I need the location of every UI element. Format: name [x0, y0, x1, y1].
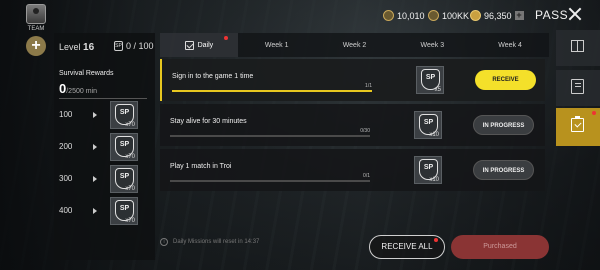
reward-row[interactable]: 300 SP x70: [54, 165, 155, 193]
add-teammate-button[interactable]: +: [26, 36, 46, 56]
progress-fill: [172, 90, 372, 92]
notification-dot: [223, 36, 228, 40]
tab-week-2[interactable]: Week 2: [316, 33, 394, 57]
silver-coin-icon: [383, 10, 394, 21]
receive-all-button[interactable]: RECEIVE ALL: [369, 235, 445, 259]
add-uc-button[interactable]: +: [514, 11, 524, 20]
player-avatar[interactable]: [26, 4, 46, 24]
level-label: Level: [59, 42, 81, 52]
notification-dot: [434, 238, 438, 242]
rewards-title: Survival Rewards: [59, 70, 114, 77]
rewards-minutes: 0/2500 min: [59, 81, 97, 96]
currency-silver: 10,010: [383, 10, 425, 21]
reward-row[interactable]: 400 SP x70: [54, 197, 155, 225]
reset-text: Daily Missions will reset in 14:37: [173, 239, 260, 245]
tab-daily[interactable]: Daily: [160, 33, 238, 57]
sp-progress: SP 0 / 100: [114, 41, 154, 51]
mission-progress-text: 0/30: [360, 128, 370, 134]
in-progress-button[interactable]: IN PROGRESS: [473, 160, 534, 180]
reward-qty: x10: [429, 177, 439, 183]
side-tab-rail: [556, 30, 600, 170]
arrow-right-icon: [93, 144, 97, 150]
tab-week-4[interactable]: Week 4: [471, 33, 549, 57]
rail-tab-book[interactable]: [556, 70, 600, 106]
arrow-right-icon: [93, 176, 97, 182]
tab-week-1[interactable]: Week 1: [238, 33, 316, 57]
purchased-button[interactable]: Purchased: [451, 235, 549, 259]
bp-coin-icon: [428, 10, 439, 21]
tab-label: Week 1: [264, 41, 289, 49]
survival-rewards-panel: Level 16 SP 0 / 100 Survival Rewards 0/2…: [54, 33, 155, 260]
mission-row: Play 1 match in Troi 0/1 SP x10 IN PROGR…: [160, 149, 545, 191]
reward-minutes: 300: [59, 174, 73, 183]
team-label: TEAM: [27, 26, 45, 32]
reward-qty: x70: [125, 154, 135, 160]
rewards-progress-bar: [59, 98, 147, 99]
in-progress-button[interactable]: IN PROGRESS: [473, 115, 534, 135]
reward-qty: x70: [125, 122, 135, 128]
mission-progress-bar: [172, 90, 372, 92]
mission-tabs: Daily Week 1 Week 2 Week 3 Week 4: [160, 33, 549, 57]
reward-qty: x5: [434, 87, 441, 93]
uc-coin-icon: [470, 10, 481, 21]
sp-reward-tile[interactable]: SP x70: [110, 197, 138, 225]
currency-bp: 100KK: [428, 10, 469, 21]
gift-icon: [571, 40, 584, 52]
tab-label: Week 3: [420, 41, 445, 49]
sp-progress-value: 0 / 100: [126, 41, 154, 51]
notification-dot: [592, 111, 596, 115]
mission-title: Sign in to the game 1 time: [172, 73, 254, 80]
sp-reward-tile[interactable]: SP x5: [416, 66, 444, 94]
clipboard-check-icon: [571, 116, 584, 132]
reward-minutes: 400: [59, 206, 73, 215]
sp-reward-tile[interactable]: SP x10: [414, 156, 442, 184]
sp-reward-tile[interactable]: SP x70: [110, 133, 138, 161]
arrow-right-icon: [93, 112, 97, 118]
sp-reward-tile[interactable]: SP x70: [110, 165, 138, 193]
checklist-icon: [184, 40, 194, 50]
tab-label: Week 4: [498, 41, 522, 49]
mission-progress-bar: [170, 135, 370, 137]
pass-label: PASS: [535, 8, 569, 22]
reward-row[interactable]: 100 SP x70: [54, 101, 155, 129]
receive-button[interactable]: RECEIVE: [475, 70, 536, 90]
rewards-total: /2500 min: [66, 88, 97, 95]
reward-qty: x70: [125, 218, 135, 224]
sp-icon: SP: [114, 41, 123, 51]
sp-reward-tile[interactable]: SP x10: [414, 111, 442, 139]
currency-value: 100KK: [442, 10, 470, 21]
book-icon: [571, 79, 584, 94]
reward-qty: x70: [125, 186, 135, 192]
info-icon: i: [160, 238, 168, 246]
level-display: Level 16: [59, 42, 94, 53]
reward-qty: x10: [429, 132, 439, 138]
currency-uc: 96,350 +: [470, 10, 524, 21]
mission-progress-bar: [170, 180, 370, 182]
rail-tab-missions[interactable]: [556, 108, 600, 146]
reward-minutes: 100: [59, 110, 73, 119]
mission-row: Sign in to the game 1 time 1/1 SP x5 REC…: [160, 59, 545, 101]
level-value: 16: [83, 42, 95, 53]
currency-value: 96,350: [484, 10, 512, 21]
tab-label: Daily: [197, 41, 214, 49]
receive-all-label: RECEIVE ALL: [381, 242, 433, 251]
mission-progress-text: 0/1: [363, 173, 370, 179]
reward-minutes: 200: [59, 142, 73, 151]
reset-note: i Daily Missions will reset in 14:37: [160, 238, 259, 246]
close-icon[interactable]: [568, 7, 582, 21]
mission-title: Stay alive for 30 minutes: [170, 118, 247, 125]
sp-reward-tile[interactable]: SP x70: [110, 101, 138, 129]
tab-label: Week 2: [342, 41, 367, 49]
mission-row: Stay alive for 30 minutes 0/30 SP x10 IN…: [160, 104, 545, 146]
rail-tab-gift[interactable]: [556, 30, 600, 66]
mission-progress-text: 1/1: [365, 83, 372, 89]
currency-value: 10,010: [397, 10, 425, 21]
tab-week-3[interactable]: Week 3: [393, 33, 471, 57]
mission-title: Play 1 match in Troi: [170, 163, 232, 170]
reward-row[interactable]: 200 SP x70: [54, 133, 155, 161]
arrow-right-icon: [93, 208, 97, 214]
